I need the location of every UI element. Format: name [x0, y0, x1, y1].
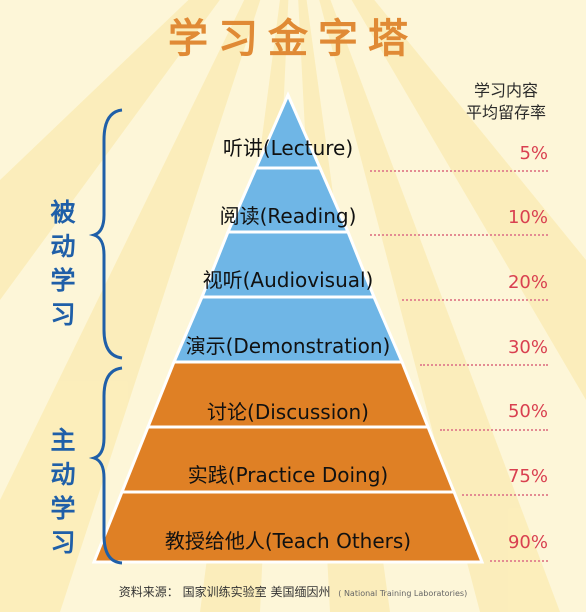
brace-passive [88, 108, 123, 360]
group-label-active-line1: 主动 [50, 426, 78, 489]
source-english: ( National Training Laboratories) [338, 589, 468, 598]
source-text: 国家训练实验室 美国缅因州 [182, 585, 331, 599]
brace-active [88, 366, 123, 565]
group-label-passive-line1: 被动 [50, 198, 78, 261]
group-label-active-line2: 学习 [50, 494, 78, 557]
group-label-active: 主动 学习 [38, 424, 90, 560]
group-label-passive: 被动 学习 [38, 196, 90, 332]
learning-pyramid-diagram: 学习金字塔 学习内容 平均留存率 听讲(Lecture) 阅读(Reading)… [0, 0, 586, 612]
source-prefix: 资料来源： [118, 585, 179, 599]
group-label-passive-line2: 学习 [50, 266, 78, 329]
source-footnote: 资料来源： 国家训练实验室 美国缅因州 ( National Training … [0, 583, 586, 600]
